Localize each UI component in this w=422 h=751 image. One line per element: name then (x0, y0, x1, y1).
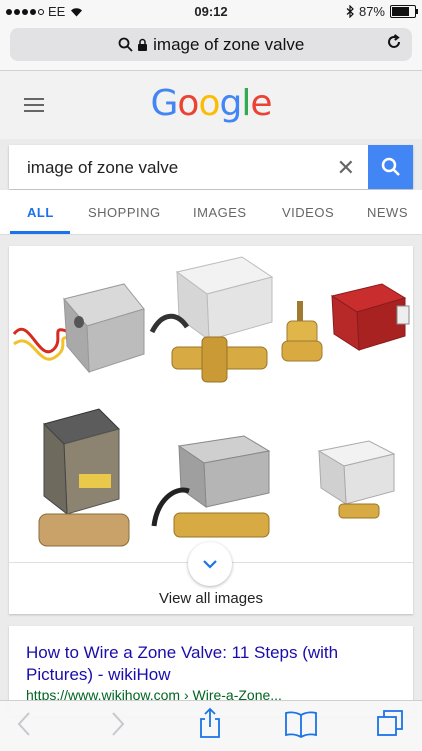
image-thumbnail[interactable] (149, 431, 279, 556)
image-results-card: View all images (9, 246, 413, 614)
tab-all[interactable]: ALL (27, 205, 54, 220)
logo-letter: G (150, 83, 179, 124)
back-icon[interactable] (16, 711, 32, 737)
status-right: 87% (346, 4, 418, 19)
share-icon[interactable] (198, 707, 222, 739)
lock-icon (138, 38, 148, 51)
logo-letter: o (198, 83, 220, 124)
google-logo[interactable]: Google (0, 83, 422, 124)
image-thumbnail[interactable] (9, 254, 149, 384)
logo-letter: o (177, 83, 199, 124)
status-bar: EE 09:12 87% (0, 0, 422, 24)
address-query: image of zone valve (153, 35, 305, 54)
logo-letter: e (250, 83, 272, 124)
forward-icon[interactable] (110, 711, 126, 737)
battery-fill (392, 7, 410, 16)
search-box: image of zone valve ✕ (9, 145, 413, 189)
expand-images-button[interactable] (188, 542, 232, 586)
google-header: Google (0, 71, 422, 139)
image-thumbnail[interactable] (147, 252, 277, 392)
search-tabs: ALL SHOPPING IMAGES VIDEOS NEWS (0, 190, 422, 235)
search-icon (381, 157, 400, 176)
tab-images[interactable]: IMAGES (193, 205, 247, 220)
image-thumbnail[interactable] (327, 276, 413, 366)
logo-letter: l (241, 83, 251, 124)
active-tab-indicator (10, 231, 70, 234)
browser-address-area: image of zone valve (0, 24, 422, 71)
view-all-images-label: View all images (159, 590, 263, 607)
clear-icon[interactable]: ✕ (337, 155, 355, 181)
search-icon (118, 37, 133, 52)
tab-videos[interactable]: VIDEOS (282, 205, 334, 220)
bookmarks-icon[interactable] (284, 710, 318, 738)
browser-toolbar (0, 700, 422, 751)
bluetooth-icon (346, 5, 354, 18)
chevron-down-icon (203, 559, 217, 569)
address-bar[interactable]: image of zone valve (10, 28, 412, 61)
image-thumbnail[interactable] (309, 436, 404, 531)
address-display[interactable]: image of zone valve (10, 35, 412, 55)
result-title-link[interactable]: How to Wire a Zone Valve: 11 Steps (with… (26, 642, 396, 686)
image-thumbnail[interactable] (19, 404, 134, 554)
tab-shopping[interactable]: SHOPPING (88, 205, 161, 220)
tab-news[interactable]: NEWS (367, 205, 408, 220)
search-button[interactable] (368, 145, 413, 189)
battery-percent: 87% (358, 4, 385, 19)
battery-icon (390, 5, 418, 18)
tabs-icon[interactable] (376, 709, 404, 737)
logo-letter: g (219, 83, 242, 124)
search-input[interactable]: image of zone valve (27, 158, 178, 178)
reload-icon[interactable] (386, 34, 402, 55)
image-thumbnail[interactable] (277, 296, 332, 376)
